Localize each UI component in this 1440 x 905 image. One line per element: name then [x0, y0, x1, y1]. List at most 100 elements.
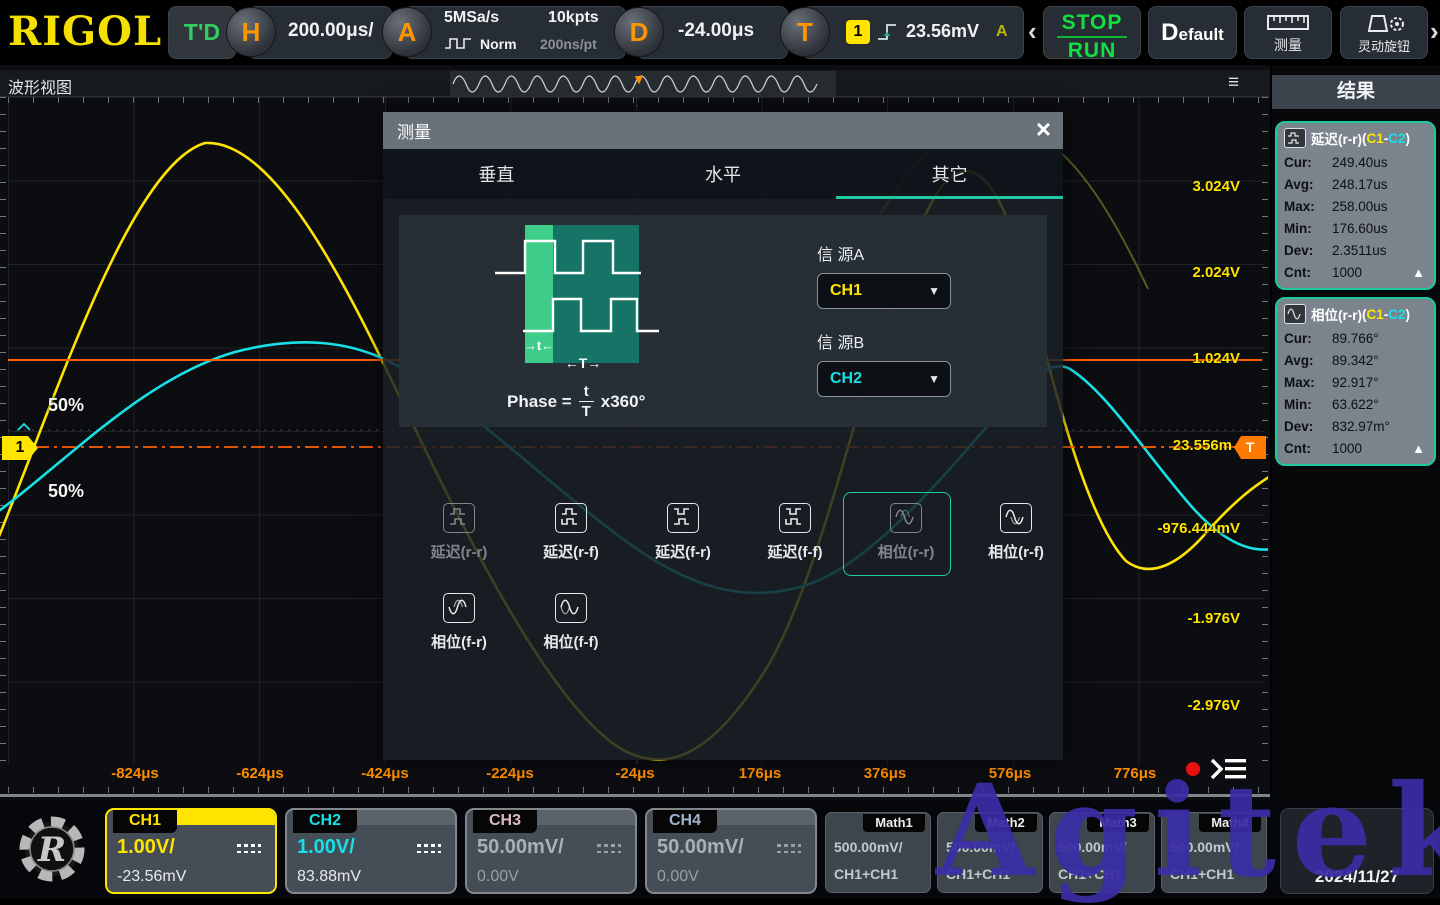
ch2-scale: 1.00V/	[297, 836, 355, 859]
ch4-scale: 50.00mV/	[657, 836, 744, 859]
item-phase-rr[interactable]: 相位(r-r)	[852, 503, 960, 562]
horizontal-icon[interactable]: H	[226, 7, 276, 57]
ruler-icon	[1266, 14, 1310, 32]
source-b-value: CH2	[830, 370, 928, 388]
math2-expr: CH1+CH1	[946, 866, 1010, 882]
selected-ring	[843, 492, 951, 576]
phase-icon	[1284, 304, 1306, 324]
results-title: 结果	[1272, 75, 1440, 109]
source-a-select[interactable]: CH1 ▼	[817, 273, 951, 309]
math4-status-box[interactable]: Math4 500.00mV/ CH1+CH1	[1161, 812, 1267, 893]
results-panel: 结果 延迟(r-r)(C1 - C2) Cur:249.40us Avg:248…	[1272, 65, 1440, 800]
default-label: Default	[1161, 19, 1224, 47]
ch2-tab-strip	[357, 810, 455, 825]
delay-icon	[1284, 128, 1306, 148]
memory-depth: 10kpts	[548, 9, 599, 27]
math1-status-box[interactable]: Math1 500.00mV/ CH1+CH1	[825, 812, 931, 893]
phase-formula: Phase = t T x360°	[507, 383, 645, 420]
scale-label: -2.976V	[1148, 697, 1240, 714]
result-card-delay[interactable]: 延迟(r-r)(C1 - C2) Cur:249.40us Avg:248.17…	[1275, 121, 1436, 290]
time-label: 576μs	[962, 765, 1058, 782]
source-b-label: 信 源B	[817, 329, 864, 353]
item-phase-ff[interactable]: 相位(f-f)	[517, 593, 625, 652]
ch3-status-box[interactable]: CH3 50.00mV/ 0.00V	[465, 808, 637, 894]
channel-status-bar: R CH1 1.00V/ -23.56mV CH2 1.00V/ 83.88mV…	[0, 800, 1440, 899]
measure-tab-bar: 垂直 水平 其它	[383, 149, 1063, 199]
smart-knob-label: 灵动旋钮	[1341, 36, 1427, 55]
phase-icon	[443, 593, 475, 623]
coupling-icon	[237, 844, 261, 855]
acquire-icon[interactable]: A	[382, 7, 432, 57]
trigger-coupling: A	[996, 23, 1008, 41]
scale-label: 23.556m	[1140, 437, 1232, 454]
math2-status-box[interactable]: Math2 500.00mV/ CH1+CH1	[937, 812, 1043, 893]
formula-lhs: Phase =	[507, 392, 572, 412]
toolbar-scroll-right[interactable]: ›	[1430, 16, 1439, 47]
stop-run-divider	[1057, 36, 1127, 38]
delay-icon	[667, 503, 699, 533]
math4-scale: 500.00mV/	[1170, 839, 1239, 855]
tab-other[interactable]: 其它	[836, 149, 1063, 199]
source-a-value: CH1	[830, 282, 928, 300]
tab-horizontal[interactable]: 水平	[610, 149, 837, 199]
item-delay-rf[interactable]: 延迟(r-f)	[517, 503, 625, 562]
rigol-gear-logo[interactable]: R	[12, 809, 92, 889]
math3-tab: Math3	[1087, 814, 1149, 832]
run-label: RUN	[1044, 39, 1140, 63]
tab-vertical[interactable]: 垂直	[383, 149, 610, 199]
rigol-logo: RIGOL	[8, 8, 162, 56]
item-phase-fr[interactable]: 相位(f-r)	[405, 593, 513, 652]
close-icon[interactable]: ×	[1036, 114, 1051, 145]
trigger-level: 23.56mV	[906, 21, 979, 42]
expand-menu-icon[interactable]	[1208, 755, 1248, 783]
ch3-offset: 0.00V	[477, 868, 519, 886]
ch1-tab: CH1	[113, 810, 177, 833]
trigger-slope-icon	[876, 20, 902, 44]
svg-text:R: R	[37, 830, 66, 870]
ch1-status-box[interactable]: CH1 1.00V/ -23.56mV	[105, 808, 277, 894]
scale-label: -1.976V	[1148, 610, 1240, 627]
chevron-down-icon: ▼	[928, 372, 940, 386]
smart-knob-button[interactable]: 灵动旋钮	[1340, 6, 1428, 59]
source-b-select[interactable]: CH2 ▼	[817, 361, 951, 397]
result-card-phase[interactable]: 相位(r-r)(C1 - C2) Cur:89.766° Avg:89.342°…	[1275, 297, 1436, 466]
stop-run-button[interactable]: STOP RUN	[1043, 6, 1141, 59]
collapse-icon[interactable]: ▲	[1412, 265, 1425, 280]
measure-label: 测量	[1245, 35, 1331, 55]
item-delay-rr[interactable]: 延迟(r-r)	[405, 503, 513, 562]
measure-dialog: 测量 × 垂直 水平 其它 →t← ←T→ Phase = t T x360°	[383, 112, 1063, 760]
trigger-position-pointer[interactable]: ▼	[632, 71, 646, 87]
time-label: 376μs	[837, 765, 933, 782]
ch2-tab: CH2	[293, 810, 357, 833]
item-delay-fr[interactable]: 延迟(f-r)	[629, 503, 737, 562]
ch4-offset: 0.00V	[657, 868, 699, 886]
collapse-icon[interactable]: ▲	[1412, 441, 1425, 456]
trigger-status-text: T'D	[184, 19, 220, 46]
system-status-box[interactable]: 2024/11/27	[1280, 808, 1434, 894]
result-row: Dev:2.3511us	[1284, 239, 1427, 261]
result-row: Dev:832.97m°	[1284, 415, 1427, 437]
ch4-tab: CH4	[653, 810, 717, 833]
ch4-status-box[interactable]: CH4 50.00mV/ 0.00V	[645, 808, 817, 894]
default-button[interactable]: Default	[1148, 6, 1237, 59]
phase-icon	[555, 593, 587, 623]
sample-rate: 5MSa/s	[444, 9, 499, 27]
math3-status-box[interactable]: Math3 500.00mV/ CH1+CH1	[1049, 812, 1155, 893]
item-phase-rf[interactable]: 相位(r-f)	[962, 503, 1070, 562]
measure-button[interactable]: 测量	[1244, 6, 1332, 59]
scope-divider	[0, 794, 1270, 797]
trigger-icon[interactable]: T	[780, 7, 830, 57]
svg-text:→t←: →t←	[524, 338, 554, 353]
result-row: Max:258.00us	[1284, 195, 1427, 217]
record-indicator-dot	[1186, 762, 1200, 776]
waveform-menu-icon[interactable]: ≡	[1228, 72, 1240, 94]
ch3-tab: CH3	[473, 810, 537, 833]
waveform-view-title: 波形视图	[8, 74, 72, 98]
math1-tab: Math1	[863, 814, 925, 832]
ch2-status-box[interactable]: CH2 1.00V/ 83.88mV	[285, 808, 457, 894]
delay-icon	[779, 503, 811, 533]
item-delay-ff[interactable]: 延迟(f-f)	[741, 503, 849, 562]
delay-icon[interactable]: D	[614, 7, 664, 57]
toolbar-scroll-left[interactable]: ‹	[1028, 16, 1037, 47]
measure-dialog-header[interactable]: 测量 ×	[383, 112, 1063, 149]
